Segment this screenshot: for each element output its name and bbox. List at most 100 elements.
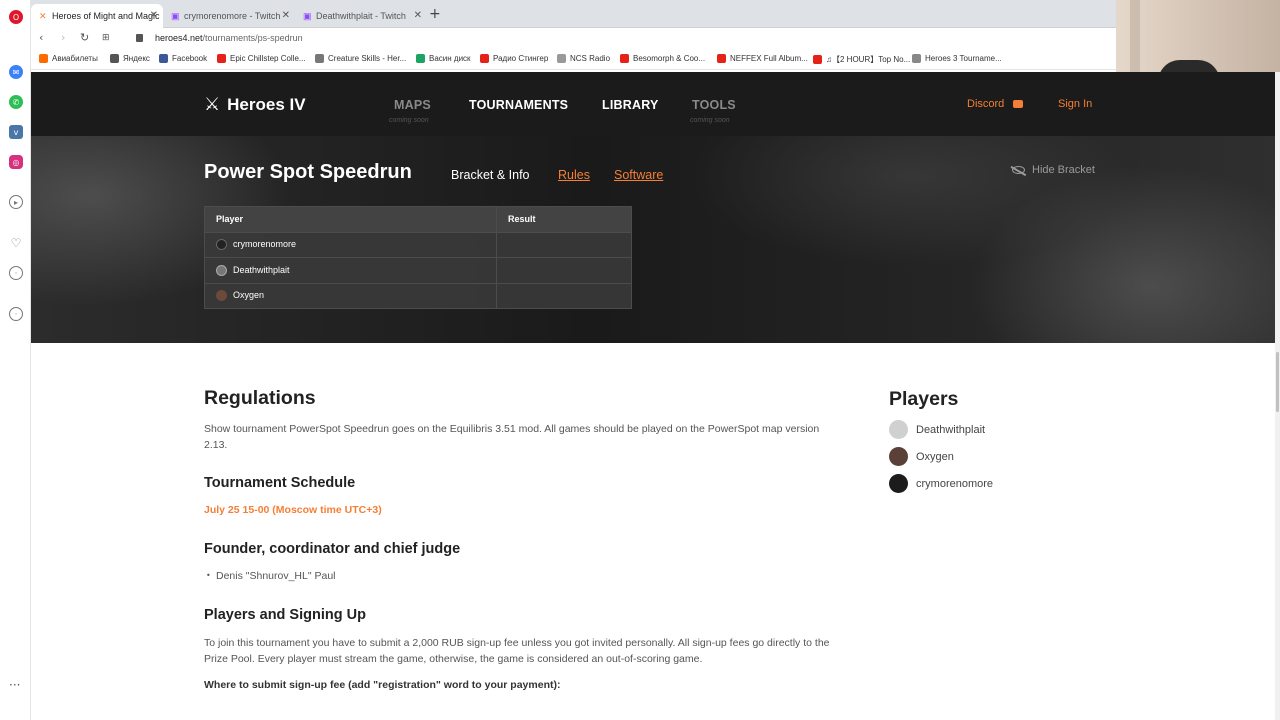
tab-bracket-info[interactable]: Bracket & Info [451,168,530,182]
bookmark[interactable]: ♫【2 HOUR】Top No... [813,54,910,65]
bookmark[interactable]: Epic Chillstep Colle... [217,54,306,63]
tab-title: Deathwithplait - Twitch [316,11,406,21]
bookmark[interactable]: Авиабилеты [39,54,98,63]
schedule-date: July 25 15-00 (Moscow time UTC+3) [204,504,382,516]
result-cell [496,257,632,284]
address-bar: ‹ › ↻ ⊞ heroes4.net/tournaments/ps-spedr… [31,28,1116,50]
messenger-icon[interactable]: ✉ [9,65,23,79]
history-icon[interactable]: · [9,266,23,280]
site-logo[interactable]: ⚔ Heroes IV [204,94,306,115]
schedule-heading: Tournament Schedule [204,475,356,491]
avatar [889,420,908,439]
bookmark[interactable]: NCS Radio [557,54,610,63]
avatar [889,447,908,466]
player-item[interactable]: crymorenomore [889,474,993,493]
regulations-heading: Regulations [204,387,316,409]
new-tab-button[interactable]: + [429,6,441,22]
nav-tools-sub: coming soon [690,117,730,124]
close-icon[interactable]: ✕ [282,10,290,21]
tab-crymorenomore[interactable]: ▣ crymorenomore - Twitch ✕ [163,4,295,28]
column-header: Player [204,206,497,233]
site-header: ⚔ Heroes IV MAPS coming soon TOURNAMENTS… [31,72,1275,136]
table-row[interactable]: crymorenomore [204,231,632,258]
eye-off-icon [1012,166,1025,174]
signing-heading: Players and Signing Up [204,607,366,623]
more-icon[interactable]: ··· [9,678,20,692]
avatar [216,239,227,251]
discord-link[interactable]: Discord [967,98,1024,110]
player-cell[interactable]: Deathwithplait [204,257,497,284]
speed-dial-icon[interactable]: ⊞ [102,33,110,43]
page-title: Power Spot Speedrun [204,161,412,183]
founder-heading: Founder, coordinator and chief judge [204,541,461,557]
tab-title: Heroes of Might and Magic [52,11,160,21]
avatar [216,290,227,302]
tab-rules[interactable]: Rules [558,168,590,182]
bookmark[interactable]: Facebook [159,54,207,63]
tab-strip: ✕ Heroes of Might and Magic ✕ ▣ crymoren… [31,0,1116,28]
whatsapp-icon[interactable]: ✆ [9,95,23,109]
table-row[interactable]: Deathwithplait [204,257,632,284]
bookmark[interactable]: Васин диск [416,54,471,63]
tab-title: crymorenomore - Twitch [184,11,281,21]
close-icon[interactable]: ✕ [414,10,422,21]
players-heading: Players [889,388,959,410]
bracket-table: Player Result crymorenomore Deathwithpla… [204,206,632,309]
main-content: Regulations Show tournament PowerSpot Sp… [31,343,1275,720]
bookmark[interactable]: Радио Стингер [480,54,548,63]
result-cell [496,282,632,309]
bookmark[interactable]: Яндекс [110,54,150,63]
lightbulb-icon[interactable]: · [9,307,23,321]
close-icon[interactable]: ✕ [150,10,158,21]
tournament-hero: Power Spot Speedrun Bracket & Info Rules… [31,136,1275,343]
avatar [216,264,227,276]
sign-in-link[interactable]: Sign In [1058,98,1092,110]
heart-icon[interactable]: ♡ [9,236,23,250]
tab-deathwithplait[interactable]: ▣ Deathwithplait - Twitch ✕ [295,4,427,28]
bookmark[interactable]: NEFFEX Full Album... [717,54,808,63]
player-icon[interactable]: ▸ [9,195,23,209]
bookmark[interactable]: Creature Skills - Her... [315,54,406,63]
column-header: Result [496,206,632,233]
bookmark[interactable]: Heroes 3 Tourname... [912,54,1002,63]
back-icon[interactable]: ‹ [39,31,43,44]
crossed-swords-icon: ⚔ [204,94,221,115]
crossed-swords-icon: ✕ [39,10,47,21]
table-row[interactable]: Oxygen [204,282,632,309]
hide-bracket-button[interactable]: Hide Bracket [1012,164,1095,176]
web-page: ⚔ Heroes IV MAPS coming soon TOURNAMENTS… [31,72,1275,720]
instagram-icon[interactable]: ◎ [9,155,23,169]
lock-icon[interactable] [136,34,143,42]
table-header-row: Player Result [204,206,632,233]
opera-logo-icon[interactable]: O [9,10,23,24]
regulations-text: Show tournament PowerSpot Speedrun goes … [204,423,820,451]
logo-text: Heroes IV [227,94,306,114]
nav-tournaments[interactable]: TOURNAMENTS [469,98,568,112]
signing-text: To join this tournament you have to subm… [204,637,830,665]
reload-icon[interactable]: ↻ [80,31,89,44]
player-cell[interactable]: Oxygen [204,282,497,309]
tab-heroes[interactable]: ✕ Heroes of Might and Magic ✕ [31,4,163,28]
vk-icon[interactable]: v [9,125,23,139]
twitch-icon: ▣ [303,10,312,21]
nav-maps[interactable]: MAPS [394,98,431,112]
tab-software[interactable]: Software [614,168,663,182]
avatar [889,474,908,493]
nav-tools[interactable]: TOOLS [692,98,736,112]
result-cell [496,231,632,258]
page-scrollbar[interactable] [1275,72,1280,720]
forward-icon[interactable]: › [61,31,65,44]
bookmark[interactable]: Besomorph & Coo... [620,54,705,63]
url-field[interactable]: heroes4.net/tournaments/ps-spedrun [155,33,303,43]
player-cell[interactable]: crymorenomore [204,231,497,258]
scrollbar-thumb[interactable] [1276,352,1279,412]
browser-sidebar: O ✉ ✆ v ◎ ▸ ♡ · · ··· [0,0,31,720]
bookmarks-bar: Авиабилеты Яндекс Facebook Epic Chillste… [31,50,1116,70]
nav-maps-sub: coming soon [389,117,429,124]
player-item[interactable]: Oxygen [889,447,954,466]
player-item[interactable]: Deathwithplait [889,420,985,439]
submit-fee-text: Where to submit sign-up fee (add "regist… [204,679,561,691]
browser-chrome: ✕ Heroes of Might and Magic ✕ ▣ crymoren… [31,0,1116,72]
founder-item: Denis "Shnurov_HL" Paul [206,570,335,582]
nav-library[interactable]: LIBRARY [602,98,659,112]
